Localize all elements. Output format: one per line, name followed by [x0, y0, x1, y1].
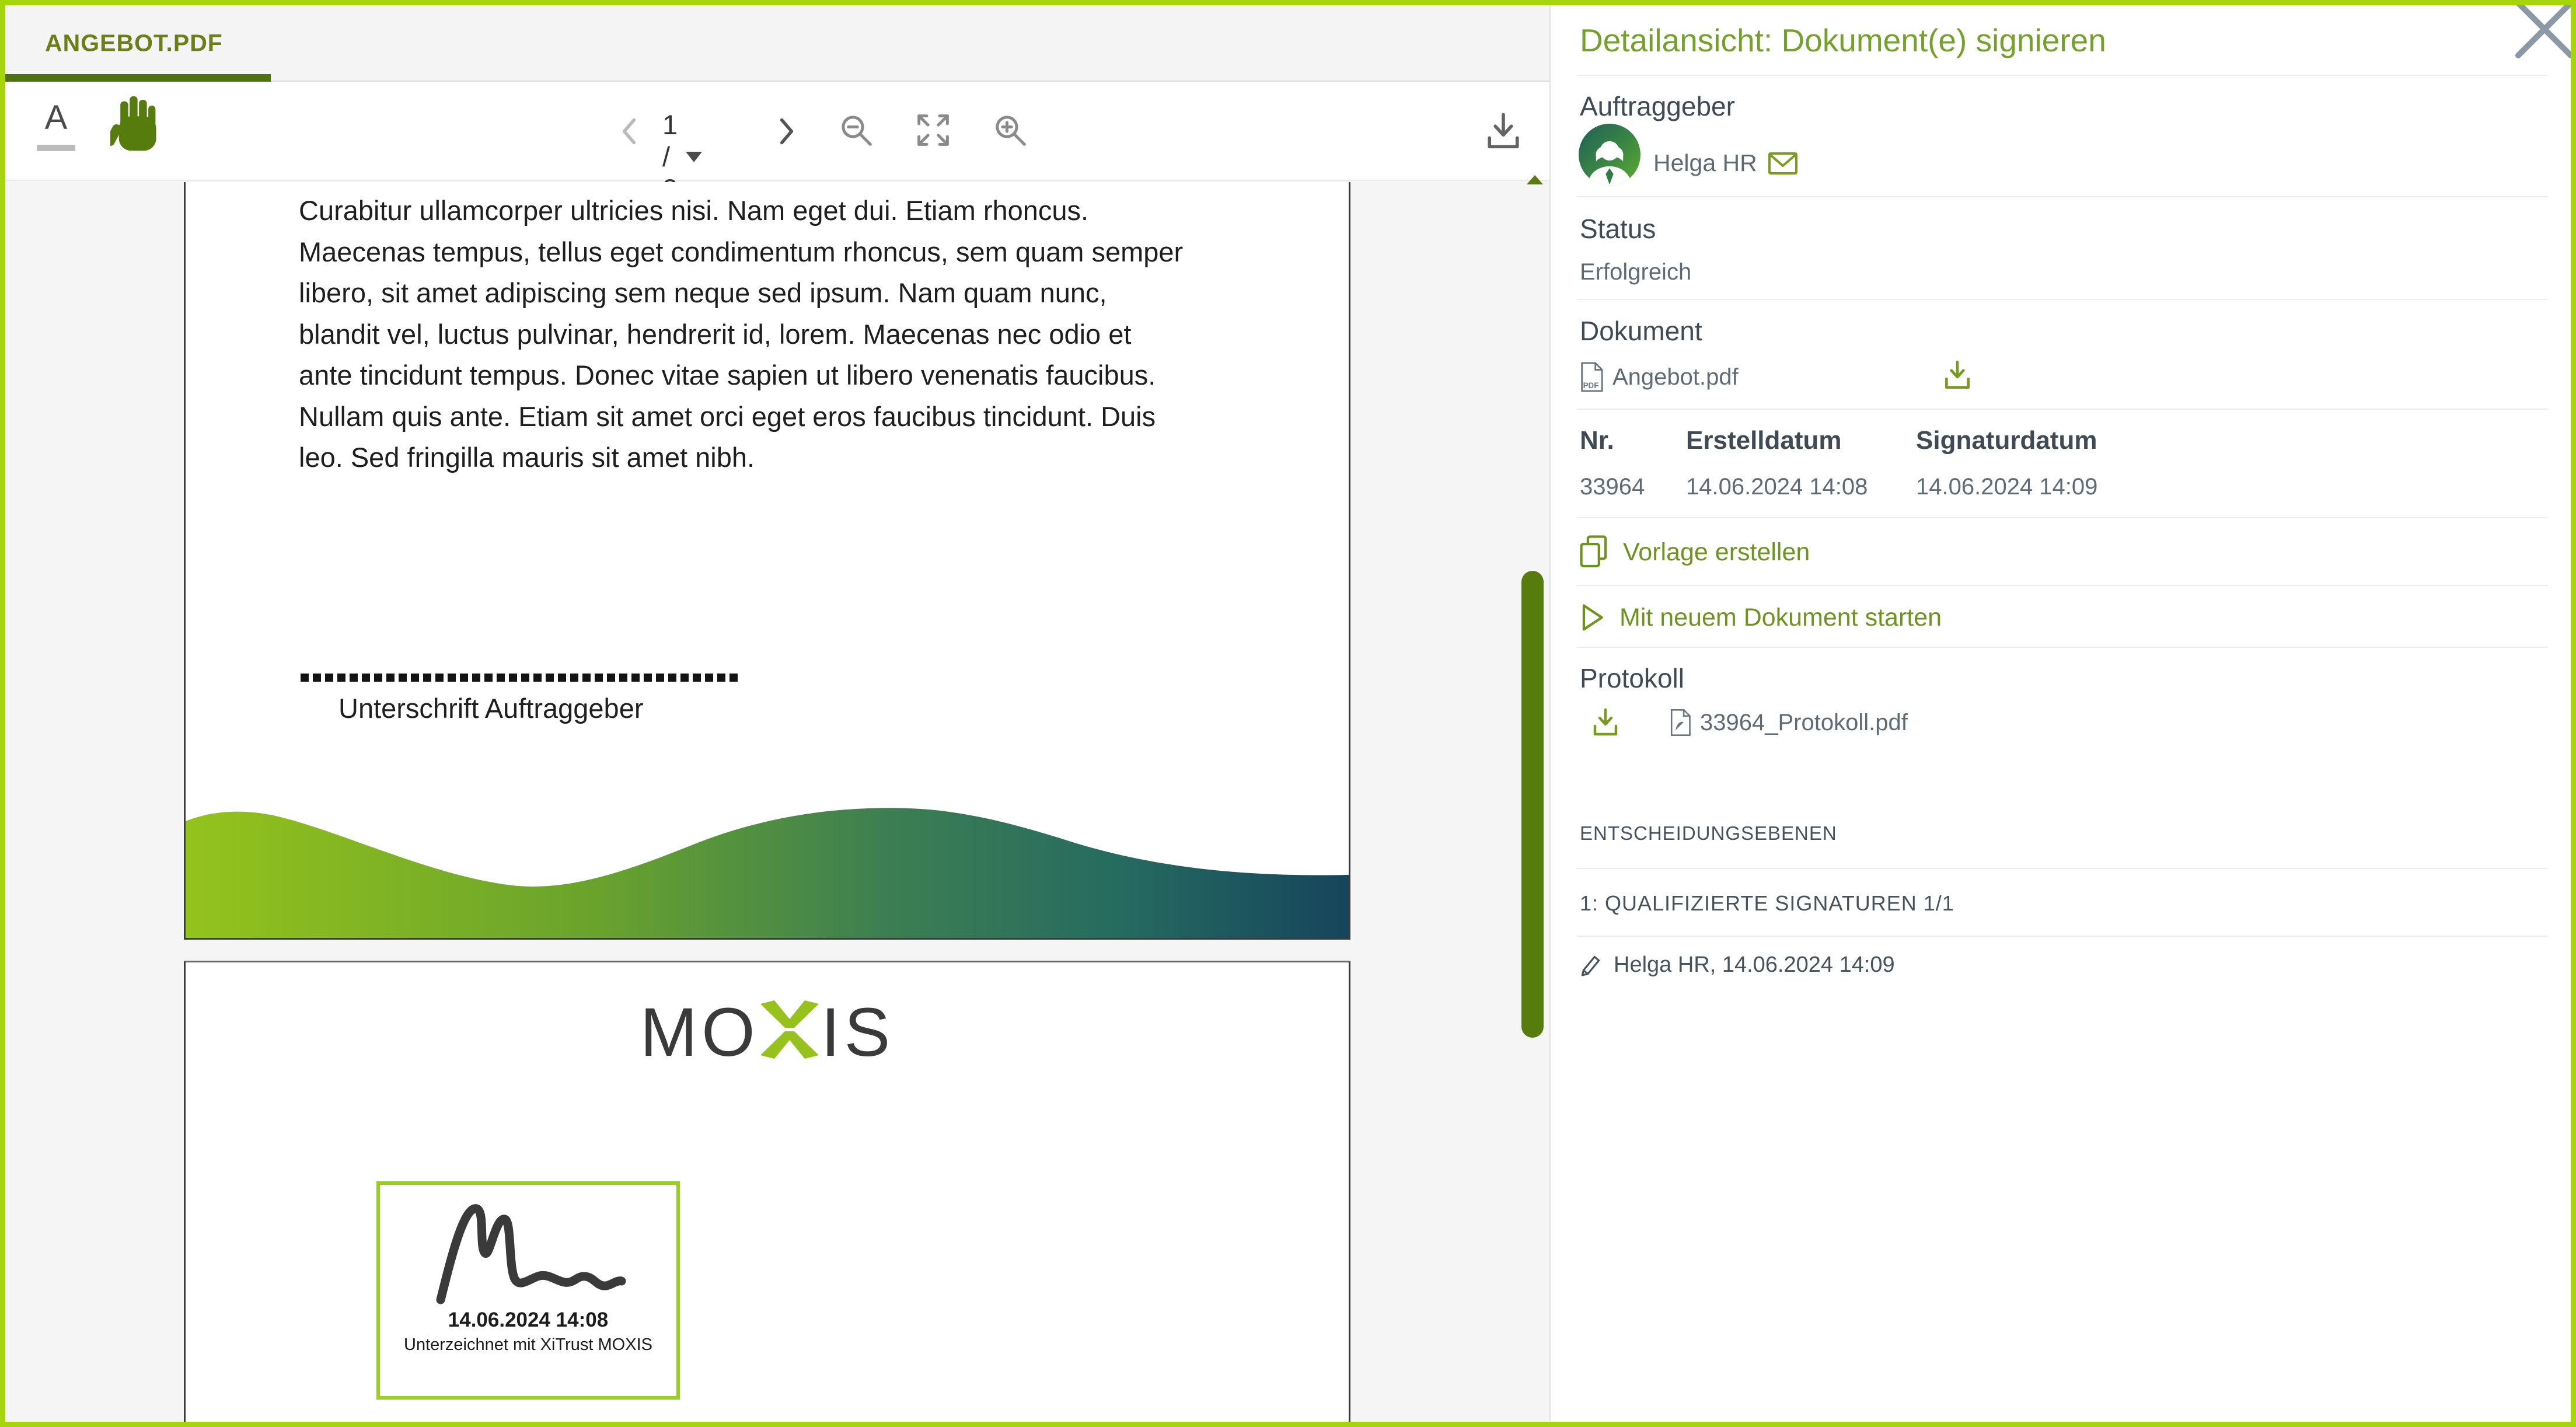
- person-name: Helga HR: [1653, 149, 1757, 177]
- pdf-page-2: MO IS 14.06.2024 14:08 Unterzeichnet mit…: [184, 961, 1350, 1422]
- chevron-down-icon: [686, 152, 702, 162]
- pdf-scroll-area[interactable]: Curabitur ullamcorper ultricies nisi. Na…: [5, 182, 1549, 1422]
- footer-wave-graphic: [186, 806, 1349, 938]
- pdf-paragraph: Curabitur ullamcorper ultricies nisi. Na…: [299, 190, 1268, 479]
- signature-level-label: 1: QUALIFIZIERTE SIGNATUREN 1/1: [1580, 891, 1954, 916]
- detail-panel: Detailansicht: Dokument(e) signieren Auf…: [1549, 5, 2571, 1422]
- download-protokoll-icon[interactable]: [1589, 706, 1622, 741]
- download-document-icon[interactable]: [1940, 358, 1974, 394]
- envelope-icon[interactable]: [1768, 152, 1798, 175]
- divider: [1577, 936, 2547, 937]
- meta-header-erstelldatum: Erstelldatum: [1686, 426, 1842, 455]
- stamp-date: 14.06.2024 14:08: [448, 1309, 608, 1332]
- logo-text-mo: MO: [640, 993, 759, 1072]
- document-file-name: Angebot.pdf: [1612, 364, 1739, 390]
- next-page-icon[interactable]: [777, 117, 797, 146]
- status-value: Erfolgreich: [1580, 259, 1691, 285]
- auftraggeber-person: Helga HR: [1653, 149, 1798, 177]
- zoom-out-icon[interactable]: [838, 112, 874, 148]
- handwritten-signature: [423, 1185, 633, 1307]
- pdf-page-1: Curabitur ullamcorper ultricies nisi. Na…: [184, 182, 1350, 940]
- divider: [1577, 517, 2547, 518]
- divider: [1577, 409, 2547, 410]
- meta-header-signaturdatum: Signaturdatum: [1916, 426, 2097, 455]
- protokoll-file-link[interactable]: 33964_Protokoll.pdf: [1669, 708, 1908, 737]
- divider: [1577, 647, 2547, 648]
- meta-value-erstelldatum: 14.06.2024 14:08: [1686, 474, 1868, 500]
- pdf-viewer: ANGEBOT.PDF A 1 / 2: [5, 5, 1549, 1422]
- divider: [1577, 868, 2547, 869]
- signer-row: Helga HR, 14.06.2024 14:09: [1579, 952, 1895, 978]
- signature-line-label: Unterschrift Auftraggeber: [338, 692, 644, 724]
- text-select-icon[interactable]: A: [36, 98, 76, 137]
- close-icon[interactable]: [2501, 5, 2571, 73]
- dokument-heading: Dokument: [1580, 315, 1702, 347]
- divider: [1577, 75, 2547, 76]
- meta-header-nr: Nr.: [1580, 426, 1614, 455]
- fullscreen-icon[interactable]: [915, 112, 951, 148]
- zoom-in-icon[interactable]: [992, 112, 1028, 148]
- moxis-app-window: ANGEBOT.PDF A 1 / 2: [0, 0, 2576, 1427]
- pen-icon: [1579, 952, 1603, 978]
- mit-neuem-dokument-starten-label: Mit neuem Dokument starten: [1619, 603, 1942, 632]
- panel-title: Detailansicht: Dokument(e) signieren: [1580, 22, 2106, 59]
- signature-dotted-line: [301, 674, 739, 682]
- signer-label: Helga HR, 14.06.2024 14:09: [1614, 953, 1895, 978]
- mit-neuem-dokument-starten-link[interactable]: Mit neuem Dokument starten: [1579, 602, 1942, 633]
- document-file-link[interactable]: PDF Angebot.pdf: [1579, 361, 1739, 393]
- document-tab-bar: ANGEBOT.PDF: [5, 5, 1549, 82]
- meta-value-signaturdatum: 14.06.2024 14:09: [1916, 474, 2097, 500]
- meta-value-nr: 33964: [1580, 474, 1645, 500]
- vorlage-erstellen-label: Vorlage erstellen: [1623, 538, 1810, 567]
- avatar: [1579, 124, 1640, 186]
- hand-icon[interactable]: [110, 95, 160, 158]
- active-tab-underline: [5, 74, 271, 82]
- divider: [1577, 196, 2547, 197]
- tab-angebot-pdf[interactable]: ANGEBOT.PDF: [45, 29, 223, 57]
- pdf-file-icon: [1669, 708, 1692, 737]
- auftraggeber-heading: Auftraggeber: [1580, 90, 1735, 122]
- divider: [1577, 585, 2547, 586]
- copy-icon: [1579, 535, 1609, 569]
- pdf-file-icon: PDF: [1579, 361, 1604, 393]
- scrollbar-up-icon[interactable]: [1527, 175, 1543, 184]
- protokoll-file-name: 33964_Protokoll.pdf: [1700, 710, 1908, 736]
- logo-text-is: IS: [821, 993, 895, 1072]
- zoom-controls: [838, 112, 1028, 148]
- scrollbar-thumb[interactable]: [1521, 571, 1544, 1038]
- viewer-toolbar: A 1 / 2: [5, 82, 1549, 181]
- entscheidungsebenen-heading: ENTSCHEIDUNGSEBENEN: [1580, 822, 1837, 845]
- vorlage-erstellen-link[interactable]: Vorlage erstellen: [1579, 535, 1810, 569]
- protokoll-heading: Protokoll: [1580, 662, 1684, 694]
- status-heading: Status: [1580, 213, 1656, 245]
- text-select-underline: [37, 145, 75, 151]
- play-icon: [1579, 602, 1605, 633]
- moxis-logo: MO IS: [186, 993, 1349, 1072]
- svg-text:PDF: PDF: [1583, 381, 1599, 390]
- download-icon[interactable]: [1483, 110, 1524, 153]
- moxis-x-icon: [760, 1000, 819, 1059]
- stamp-caption: Unterzeichnet mit XiTrust MOXIS: [404, 1335, 652, 1355]
- signature-stamp: 14.06.2024 14:08 Unterzeichnet mit XiTru…: [376, 1181, 680, 1400]
- divider: [1577, 299, 2547, 300]
- prev-page-icon[interactable]: [619, 117, 639, 146]
